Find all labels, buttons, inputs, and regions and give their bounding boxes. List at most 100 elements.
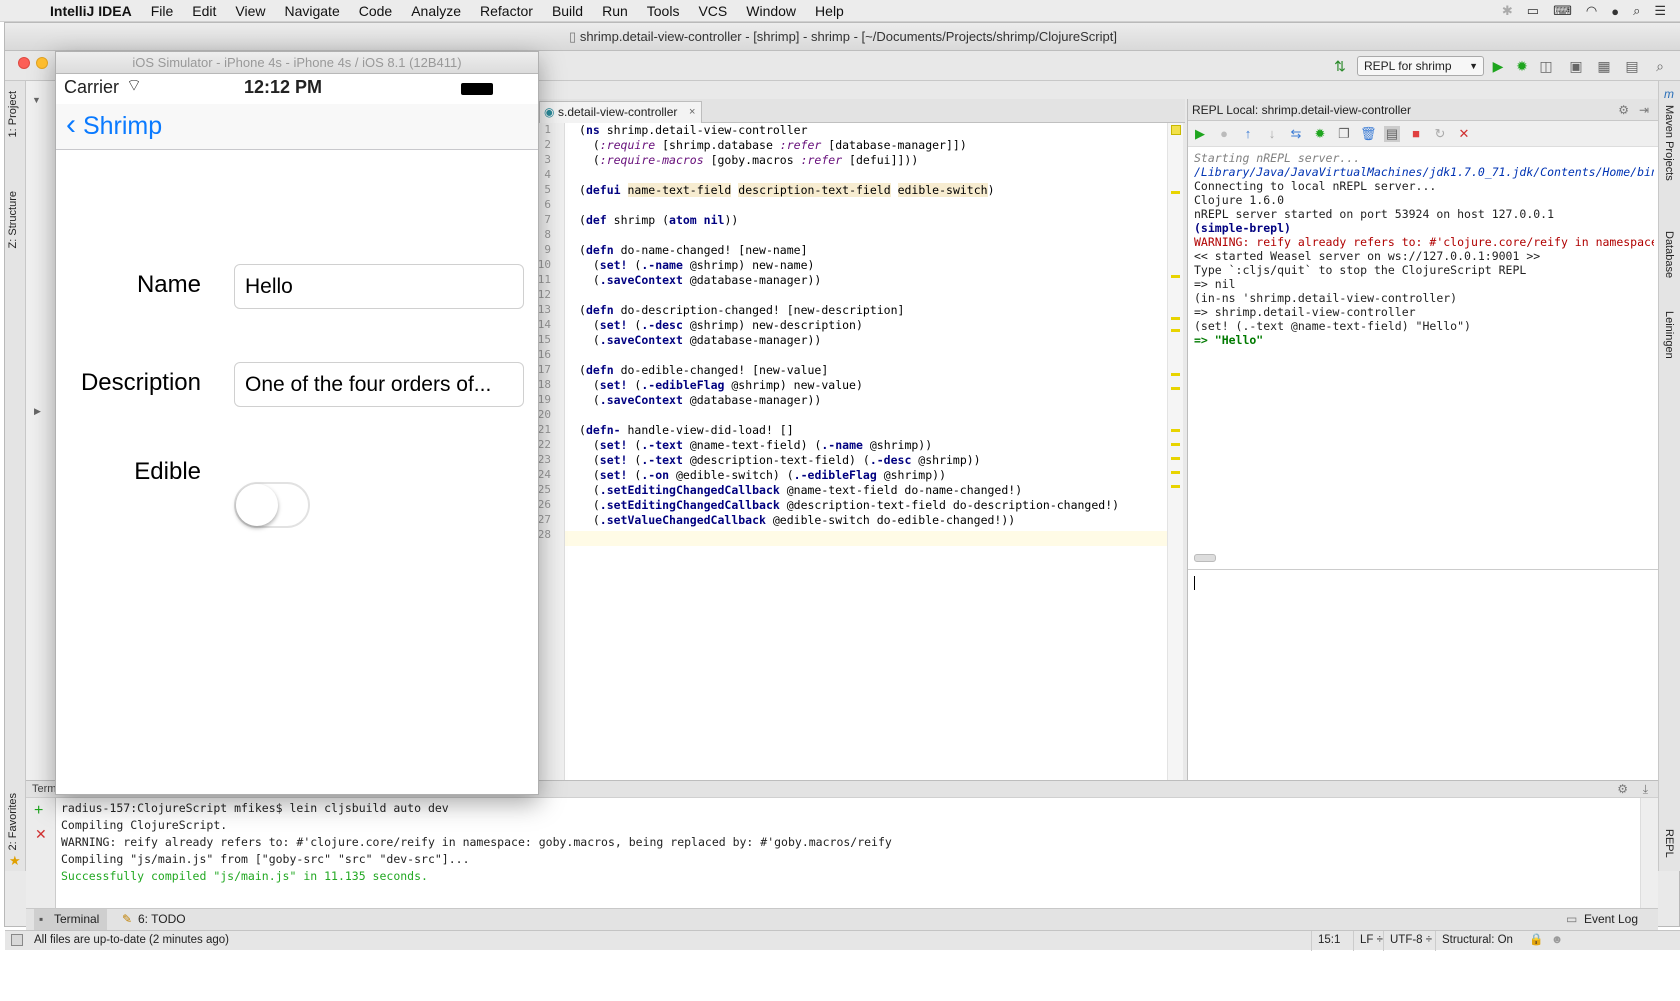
settings-icon[interactable]: ▣ <box>1567 57 1585 75</box>
battery-icon[interactable]: ▭ <box>1527 3 1539 19</box>
warning-marker[interactable] <box>1171 429 1180 432</box>
hide-panel-icon[interactable]: ⇥ <box>1639 99 1649 121</box>
run-icon[interactable]: ▶ <box>1489 57 1507 75</box>
repl-horizontal-scrollbar[interactable] <box>1194 554 1216 562</box>
tab-database[interactable]: Database <box>1663 231 1675 278</box>
menu-view[interactable]: View <box>235 3 265 19</box>
menu-code[interactable]: Code <box>359 3 392 19</box>
warning-marker[interactable] <box>1171 317 1180 320</box>
debug-icon[interactable]: ✹ <box>1312 126 1328 142</box>
chevron-left-icon: ‹ <box>66 108 76 141</box>
description-text-field[interactable]: One of the four orders of... <box>234 362 524 407</box>
search-everywhere-icon[interactable]: ⌕ <box>1651 57 1669 75</box>
menu-analyze[interactable]: Analyze <box>411 3 461 19</box>
user-icon[interactable]: ● <box>1611 4 1619 19</box>
menu-edit[interactable]: Edit <box>192 3 216 19</box>
history-up-icon[interactable]: ↑ <box>1240 126 1256 142</box>
tab-detail-view-controller[interactable]: ◉ s.detail-view-controller × <box>539 101 703 123</box>
tree-collapse-icon[interactable]: ▶ <box>34 406 41 417</box>
tree-expand-icon[interactable]: ▼ <box>32 95 41 105</box>
file-encoding[interactable]: UTF-8 ÷ <box>1383 931 1435 951</box>
execute-icon[interactable]: ▶ <box>1192 126 1208 142</box>
notification-center-icon[interactable]: ☰ <box>1654 3 1666 19</box>
wifi-icon[interactable]: ◠ <box>1586 3 1597 19</box>
menu-refactor[interactable]: Refactor <box>480 3 533 19</box>
layout-icon[interactable]: ▤ <box>1384 126 1400 142</box>
terminal-line: Successfully compiled "js/main.js" in 11… <box>61 869 428 883</box>
warning-marker[interactable] <box>1171 485 1180 488</box>
tab-maven-projects[interactable]: Maven Projects <box>1663 105 1675 181</box>
close-session-icon[interactable]: ✕ <box>35 826 47 843</box>
code-editor[interactable]: (ns shrimp.detail-view-controller (:requ… <box>565 123 1167 780</box>
tab-leiningen[interactable]: Leiningen <box>1663 311 1675 359</box>
soft-wrap-icon[interactable]: ⇆ <box>1288 126 1304 142</box>
edible-switch[interactable] <box>234 482 310 528</box>
coverage-icon[interactable]: ◫ <box>1537 57 1555 75</box>
project-structure-icon[interactable]: ▦ <box>1595 57 1613 75</box>
warning-marker[interactable] <box>1171 457 1180 460</box>
menu-navigate[interactable]: Navigate <box>284 3 339 19</box>
tab-favorites[interactable]: 2: Favorites <box>7 793 19 850</box>
sdk-icon[interactable]: ▤ <box>1623 57 1641 75</box>
terminal-scrollbar[interactable] <box>1640 798 1658 908</box>
tab-repl[interactable]: REPL <box>1663 829 1675 858</box>
warning-marker[interactable] <box>1171 191 1180 194</box>
repl-output-line: /Library/Java/JavaVirtualMachines/jdk1.7… <box>1194 165 1654 179</box>
debug-icon[interactable]: ✹ <box>1513 57 1531 75</box>
status-bar: All files are up-to-date (2 minutes ago)… <box>5 930 1680 951</box>
repl-input-area[interactable] <box>1188 569 1659 780</box>
spotlight-search-icon[interactable]: ⌕ <box>1633 3 1640 19</box>
warning-marker[interactable] <box>1171 329 1180 332</box>
name-text-field[interactable]: Hello <box>234 264 524 309</box>
warning-marker[interactable] <box>1171 275 1180 278</box>
back-button[interactable]: ‹ Shrimp <box>66 110 162 141</box>
terminal-output[interactable]: radius-157:ClojureScript mfikes$ lein cl… <box>56 798 1640 908</box>
menu-vcs[interactable]: VCS <box>698 3 727 19</box>
inspection-status-icon[interactable] <box>1171 125 1181 135</box>
close-window-button[interactable] <box>18 57 30 69</box>
tab-project[interactable]: 1: Project <box>7 91 19 137</box>
warning-marker[interactable] <box>1171 373 1180 376</box>
keyboard-icon[interactable]: ⌨ <box>1553 3 1572 19</box>
minimize-window-button[interactable] <box>36 57 48 69</box>
hide-panel-icon[interactable]: ⤓ <box>1643 782 1648 797</box>
stop-icon[interactable]: ■ <box>1408 126 1424 142</box>
new-session-icon[interactable]: + <box>34 802 43 820</box>
structural-editing-status[interactable]: Structural: On <box>1435 931 1523 951</box>
menu-help[interactable]: Help <box>815 3 844 19</box>
warning-marker[interactable] <box>1171 443 1180 446</box>
menu-run[interactable]: Run <box>602 3 628 19</box>
bluetooth-icon[interactable]: ✱ <box>1502 3 1513 19</box>
record-icon[interactable]: ● <box>1216 126 1232 142</box>
caret-position[interactable]: 15:1 <box>1311 931 1353 951</box>
event-log[interactable]: ▭ Event Log <box>1566 909 1638 930</box>
menu-window[interactable]: Window <box>746 3 796 19</box>
text-cursor <box>1194 576 1195 590</box>
tab-terminal[interactable]: ▪ Terminal <box>34 909 108 930</box>
tab-todo[interactable]: ✎ 6: TODO <box>122 909 186 930</box>
clear-icon[interactable]: 🗑 <box>1360 126 1377 142</box>
warning-marker[interactable] <box>1171 471 1180 474</box>
warning-marker[interactable] <box>1171 387 1180 390</box>
gear-icon[interactable]: ⚙ <box>1617 782 1628 796</box>
line-separator[interactable]: LF ÷ <box>1353 931 1383 951</box>
gear-icon[interactable]: ⚙ <box>1618 99 1629 121</box>
run-configuration-select[interactable]: REPL for shrimp ▼ <box>1357 56 1484 76</box>
status-toggle-icon[interactable] <box>11 934 23 946</box>
app-menu[interactable]: IntelliJ IDEA <box>50 3 132 19</box>
lock-icon[interactable]: 🔒 <box>1529 931 1543 950</box>
menu-build[interactable]: Build <box>552 3 583 19</box>
copy-icon[interactable]: ❐ <box>1336 126 1352 142</box>
sort-icon[interactable]: ⇅ <box>1331 57 1349 75</box>
history-down-icon[interactable]: ↓ <box>1264 126 1280 142</box>
inspector-icon[interactable]: ☻ <box>1551 931 1563 950</box>
terminal-line: Compiling "js/main.js" from ["goby-src" … <box>61 852 470 866</box>
close-icon[interactable]: ✕ <box>1456 126 1472 142</box>
close-icon[interactable]: × <box>689 102 695 122</box>
battery-icon <box>461 83 493 95</box>
simulator-titlebar: iOS Simulator - iPhone 4s - iPhone 4s / … <box>18 52 538 74</box>
menu-tools[interactable]: Tools <box>647 3 680 19</box>
menu-file[interactable]: File <box>151 3 174 19</box>
tab-structure[interactable]: Z: Structure <box>7 191 19 248</box>
rerun-icon[interactable]: ↻ <box>1432 126 1448 142</box>
